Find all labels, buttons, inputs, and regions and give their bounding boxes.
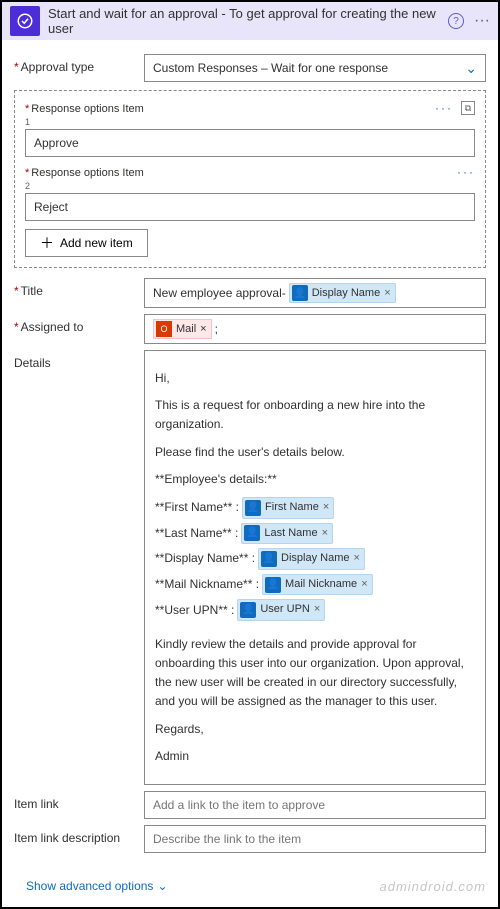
watermark: admindroid.com [380,879,487,894]
token-display-name-2[interactable]: 👤Display Name× [258,548,365,570]
resp-label-1: Response options Item [31,103,144,115]
detail-field-label: **First Name** : [155,498,239,517]
more-icon[interactable]: ··· [474,12,490,30]
chevron-down-icon: ⌄ [465,60,477,77]
detail-field-label: **Mail Nickname** : [155,575,259,594]
close-icon[interactable]: × [361,576,367,594]
detail-field-label: **Display Name** : [155,549,255,568]
token-mail-nickname[interactable]: 👤Mail Nickname× [262,574,373,596]
resp-input-1[interactable]: Approve [25,129,475,157]
token-first-name[interactable]: 👤First Name× [242,497,334,519]
assigned-to-label: Assigned to [14,314,144,334]
action-title: Start and wait for an approval - To get … [48,6,448,36]
token-display-name[interactable]: 👤 Display Name × [289,283,396,303]
token-user-upn[interactable]: 👤User UPN× [237,599,325,621]
approval-type-select[interactable]: Custom Responses – Wait for one response… [144,54,486,82]
item-link-field[interactable] [153,798,477,812]
office-icon: O [156,321,172,337]
resp-label-2: Response options Item [31,167,144,179]
person-icon: 👤 [244,525,260,541]
resp-value-1: Approve [34,136,79,150]
details-section-title: **Employee's details:** [155,470,475,489]
details-subhead: Please find the user's details below. [155,443,475,462]
resp-value-2: Reject [34,200,68,214]
action-header[interactable]: Start and wait for an approval - To get … [2,2,498,40]
close-icon[interactable]: × [323,499,329,517]
title-label: Title [14,278,144,298]
close-icon[interactable]: × [314,601,320,619]
show-advanced-label: Show advanced options [26,879,153,893]
token-mail[interactable]: O Mail × [153,319,212,339]
item-link-desc-input[interactable] [144,825,486,853]
approval-type-label: Approval type [14,54,144,74]
approval-type-value: Custom Responses – Wait for one response [153,61,388,75]
details-regards: Regards, [155,720,475,739]
item-link-input[interactable] [144,791,486,819]
assigned-suffix: ; [215,322,218,336]
response-options-group: *Response options Item ··· ⧉ 1 Approve *… [14,90,486,268]
details-signature: Admin [155,747,475,766]
detail-field-label: **Last Name** : [155,524,238,543]
details-label: Details [14,350,144,370]
person-icon: 👤 [261,551,277,567]
resp-order-2: 2 [25,181,475,191]
plus-icon: ＋ [40,233,54,253]
person-icon: 👤 [240,602,256,618]
approval-icon [10,6,40,36]
assigned-to-input[interactable]: O Mail × ; [144,314,486,344]
item-link-label: Item link [14,791,144,811]
person-icon: 👤 [265,577,281,593]
chevron-down-icon: ⌄ [157,879,167,893]
resp-item-menu-1[interactable]: ··· [435,101,453,115]
details-input[interactable]: Hi, This is a request for onboarding a n… [144,350,486,785]
add-new-item-label: Add new item [60,236,133,250]
item-link-desc-field[interactable] [153,832,477,846]
resp-item-menu-2[interactable]: ··· [457,165,475,179]
resp-input-2[interactable]: Reject [25,193,475,221]
details-greeting: Hi, [155,369,475,388]
add-new-item-button[interactable]: ＋ Add new item [25,229,148,257]
token-last-name[interactable]: 👤Last Name× [241,523,333,545]
copy-icon[interactable]: ⧉ [461,101,475,115]
help-icon[interactable]: ? [448,13,464,29]
resp-order-1: 1 [25,117,475,127]
detail-field-label: **User UPN** : [155,601,234,620]
item-link-desc-label: Item link description [14,825,144,845]
details-closing: Kindly review the details and provide ap… [155,635,475,712]
title-prefix: New employee approval- [153,286,286,300]
close-icon[interactable]: × [322,525,328,543]
close-icon[interactable]: × [200,323,206,335]
close-icon[interactable]: × [384,287,390,299]
person-icon: 👤 [292,285,308,301]
person-icon: 👤 [245,500,261,516]
close-icon[interactable]: × [354,550,360,568]
title-input[interactable]: New employee approval- 👤 Display Name × [144,278,486,308]
details-intro: This is a request for onboarding a new h… [155,396,475,434]
show-advanced-options[interactable]: Show advanced options ⌄ [14,871,180,901]
